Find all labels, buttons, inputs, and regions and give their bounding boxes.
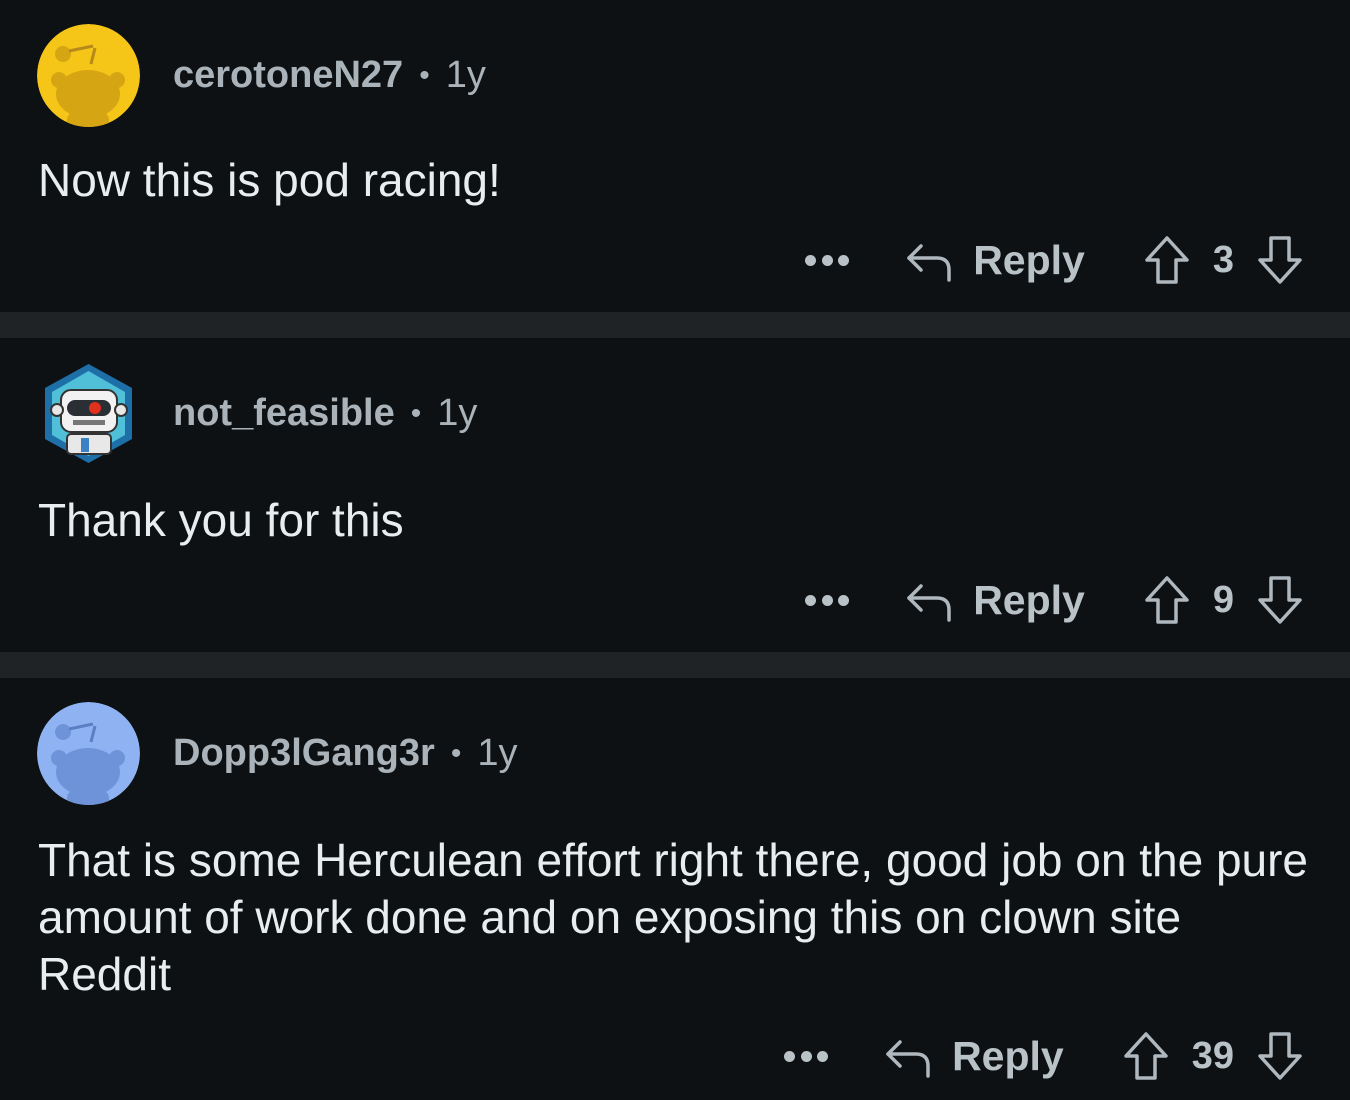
vote-controls: 39 xyxy=(1122,1030,1304,1082)
comment-meta: Dopp3lGang3r • 1y xyxy=(173,732,517,775)
avatar[interactable] xyxy=(37,24,140,127)
username-link[interactable]: Dopp3lGang3r xyxy=(173,732,435,775)
meta-separator: • xyxy=(450,736,462,770)
comment-text: Now this is pod racing! xyxy=(38,154,501,206)
reply-arrow-icon xyxy=(886,1040,930,1078)
vote-controls: 9 xyxy=(1143,574,1304,626)
reply-button[interactable]: Reply xyxy=(905,237,1085,284)
comment-card: Dopp3lGang3r • 1y That is some Herculean… xyxy=(0,678,1350,1100)
downvote-icon[interactable] xyxy=(1256,234,1304,286)
more-options-icon[interactable] xyxy=(805,593,850,607)
comment-text: Thank you for this xyxy=(38,494,404,546)
reply-label: Reply xyxy=(973,236,1085,283)
downvote-icon[interactable] xyxy=(1256,1030,1304,1082)
snoo-avatar-icon xyxy=(37,24,140,127)
comment-age: 1y xyxy=(477,732,518,774)
vote-controls: 3 xyxy=(1143,234,1304,286)
snoo-avatar-icon xyxy=(37,702,140,805)
vote-score: 9 xyxy=(1212,578,1234,621)
reply-label: Reply xyxy=(952,1032,1064,1079)
comment-actions: Reply 3 xyxy=(805,234,1304,286)
more-options-icon[interactable] xyxy=(784,1049,829,1063)
comment-card: cerotoneN27 • 1y Now this is pod racing!… xyxy=(0,0,1350,312)
comment-divider xyxy=(0,312,1350,338)
comment-actions: Reply 9 xyxy=(805,574,1304,626)
comment-actions: Reply 39 xyxy=(784,1030,1304,1082)
upvote-icon[interactable] xyxy=(1122,1030,1170,1082)
meta-separator: • xyxy=(410,396,422,430)
avatar[interactable] xyxy=(37,702,140,805)
meta-separator: • xyxy=(419,58,430,92)
comment-header: cerotoneN27 • 1y xyxy=(37,24,486,127)
comment-meta: cerotoneN27 • 1y xyxy=(173,54,486,97)
username-link[interactable]: cerotoneN27 xyxy=(173,54,403,97)
reply-button[interactable]: Reply xyxy=(905,577,1085,624)
vote-score: 39 xyxy=(1191,1034,1234,1077)
upvote-icon[interactable] xyxy=(1143,234,1191,286)
comment-age: 1y xyxy=(445,54,486,96)
upvote-icon[interactable] xyxy=(1143,574,1191,626)
comment-header: Dopp3lGang3r • 1y xyxy=(37,702,517,805)
reply-arrow-icon xyxy=(907,584,951,622)
comment-age: 1y xyxy=(437,392,478,434)
reply-button[interactable]: Reply xyxy=(884,1033,1064,1080)
comment-card: not_feasible • 1y Thank you for this Rep… xyxy=(0,338,1350,652)
reply-label: Reply xyxy=(973,576,1085,623)
comment-header: not_feasible • 1y xyxy=(37,362,477,465)
downvote-icon[interactable] xyxy=(1256,574,1304,626)
comment-text: That is some Herculean effort right ther… xyxy=(38,834,1309,1000)
username-link[interactable]: not_feasible xyxy=(173,392,395,435)
reply-arrow-icon xyxy=(907,244,951,282)
comment-divider xyxy=(0,652,1350,678)
avatar[interactable] xyxy=(37,362,140,465)
comment-meta: not_feasible • 1y xyxy=(173,392,477,435)
vote-score: 3 xyxy=(1212,238,1234,281)
more-options-icon[interactable] xyxy=(805,253,850,267)
robot-avatar-icon xyxy=(45,364,132,463)
